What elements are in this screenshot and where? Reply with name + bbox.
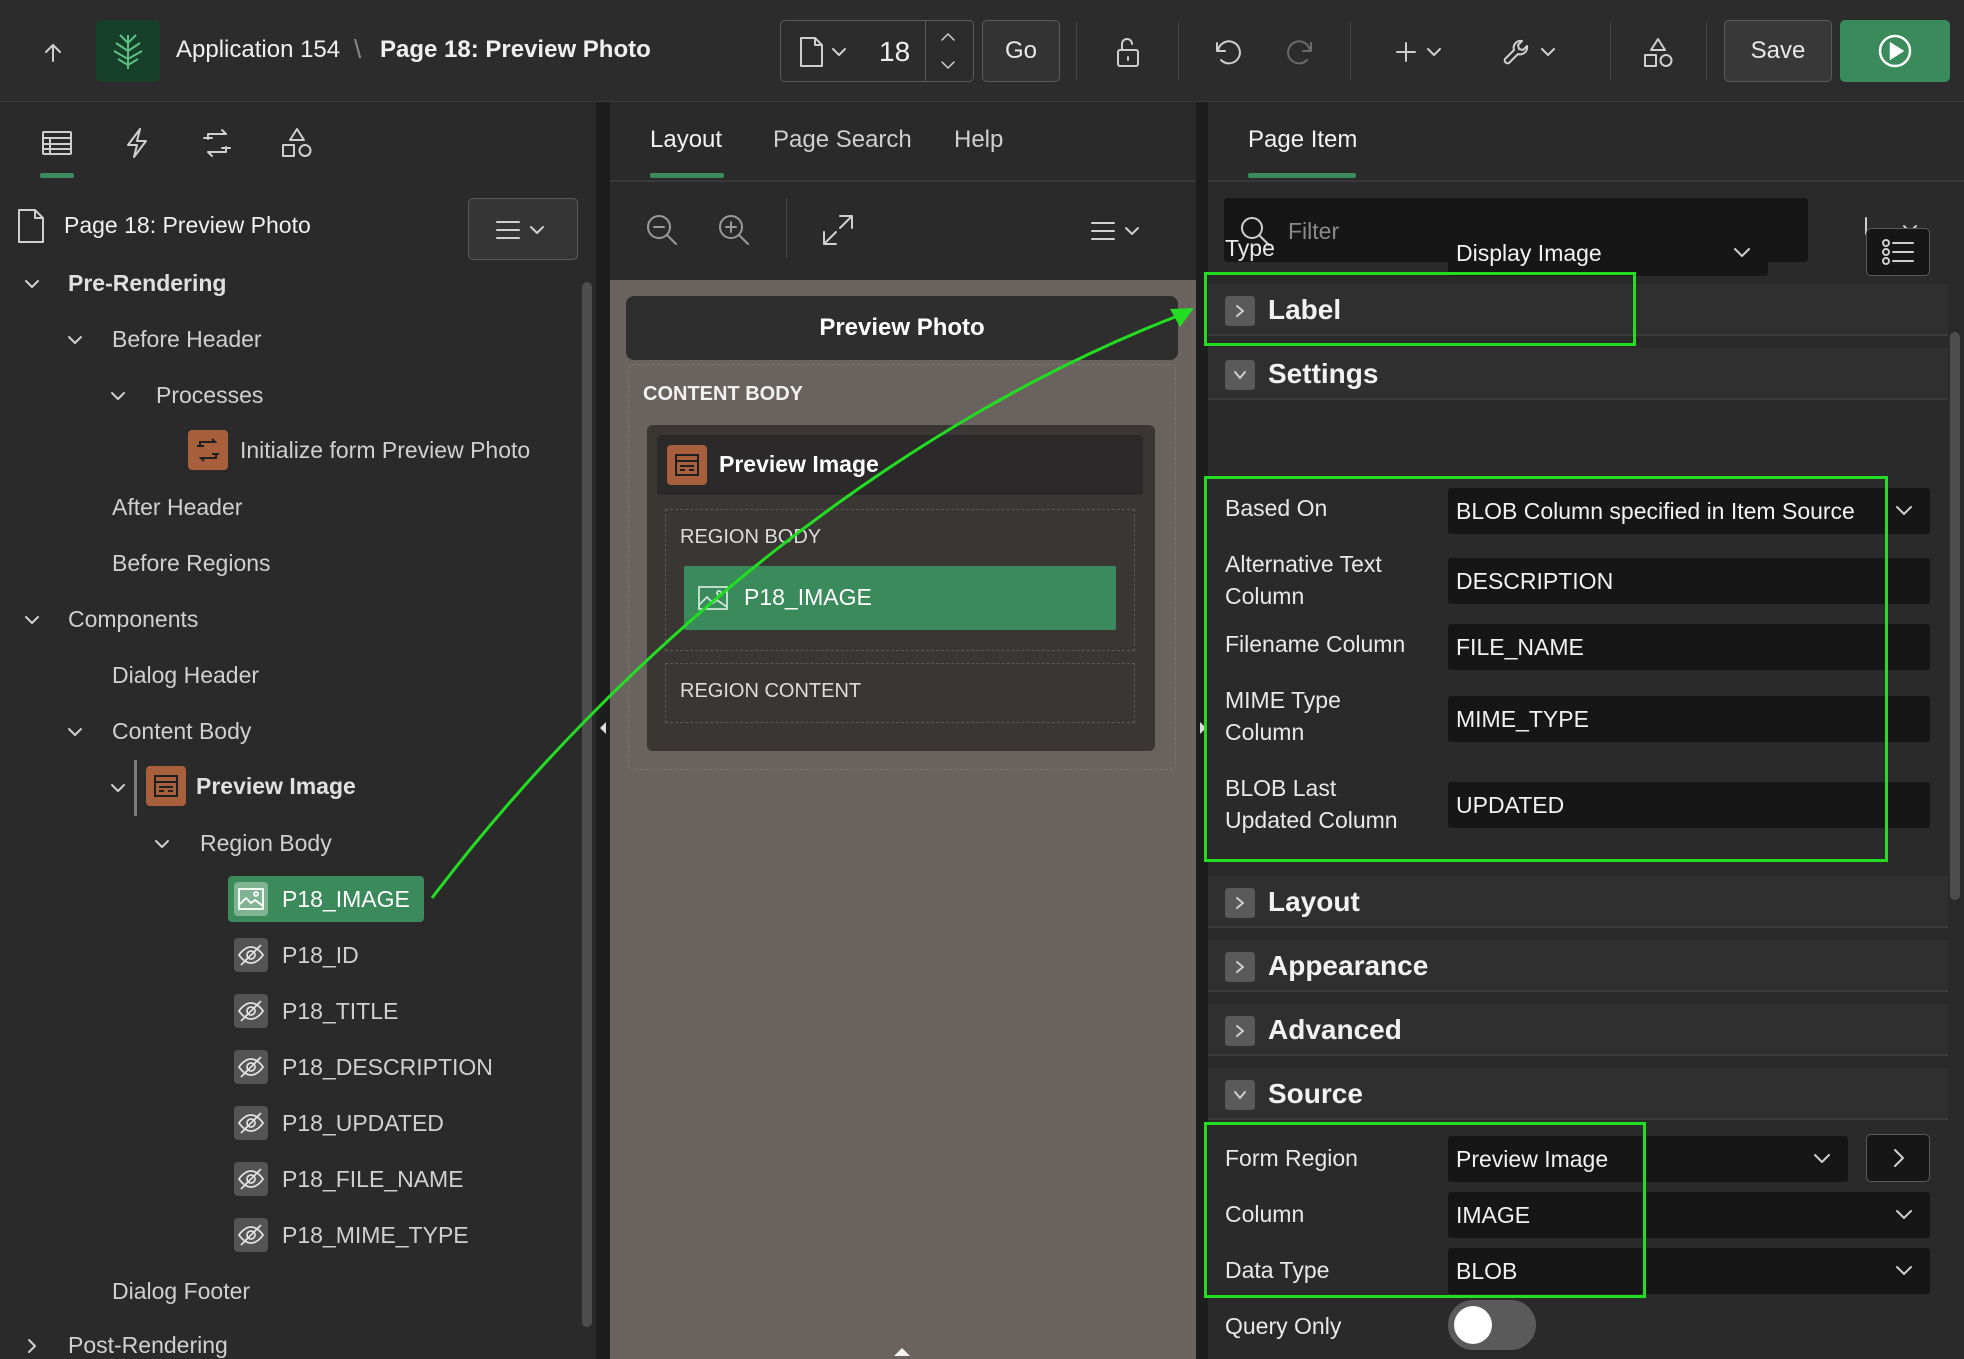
annotation-arrow [430, 308, 1194, 899]
